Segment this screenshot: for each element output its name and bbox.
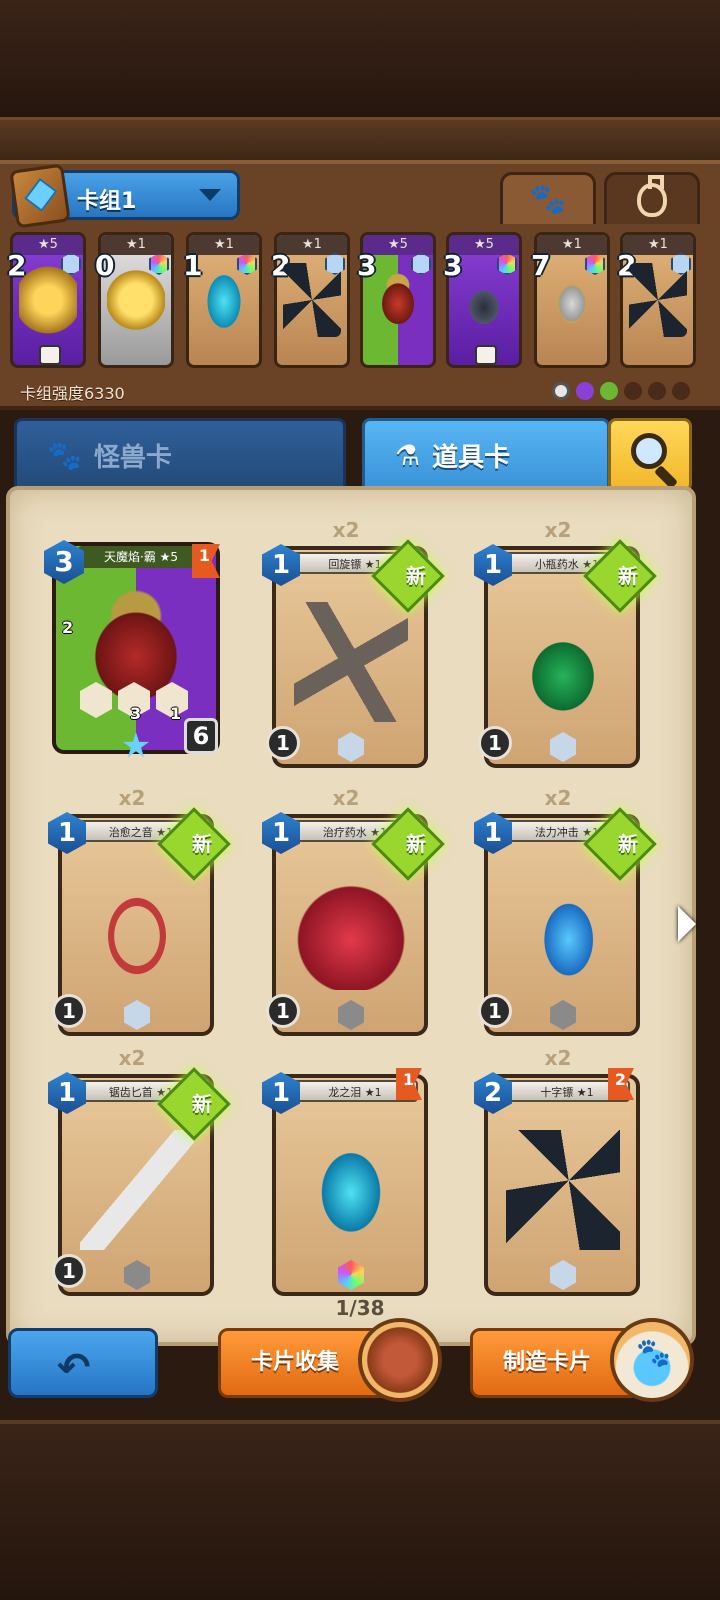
- item-card[interactable]: 龙之泪 ★1 1 1: [262, 1058, 428, 1298]
- card-art: [294, 870, 408, 990]
- card-attack: 1: [266, 994, 300, 1028]
- card-collection-label: 卡片收集: [251, 1350, 340, 1375]
- craft-card-label: 制造卡片: [503, 1350, 592, 1375]
- deck-card[interactable]: ★5 3: [357, 232, 436, 368]
- card-art: [629, 263, 687, 337]
- flag-number: 1: [198, 546, 210, 565]
- card-count: x2: [544, 786, 572, 810]
- tab-monster-cards[interactable]: 🐾 怪兽卡: [14, 418, 346, 492]
- rarity-green-icon[interactable]: [600, 382, 618, 400]
- deck-cards-row: ★5 2 ★1 0 ★1 1 ★1 2 ★5 3 ★5 3 ★1 7 ★1 2: [7, 232, 710, 372]
- card-art: [80, 870, 194, 990]
- item-card[interactable]: x2 锯齿匕首 ★1 1 新 1: [48, 1046, 231, 1298]
- item-card[interactable]: x2 小瓶药水 ★1 1 新 1: [474, 518, 657, 770]
- item-card[interactable]: x2 十字镖 ★1 2 2: [474, 1046, 640, 1298]
- rarity-flame-icon[interactable]: [672, 382, 690, 400]
- new-label: 新: [618, 564, 638, 588]
- search-button[interactable]: [608, 418, 692, 492]
- card-art: [506, 602, 620, 722]
- deck-card[interactable]: ★5 3: [443, 232, 522, 368]
- card-attack: 1: [52, 994, 86, 1028]
- card-attack: 1: [266, 726, 300, 760]
- card-art: [455, 263, 513, 337]
- item-card[interactable]: x2 回旋镖 ★1 1 新 1: [262, 518, 445, 770]
- card-art: [19, 263, 77, 337]
- back-button[interactable]: ↶: [8, 1328, 158, 1398]
- card-attack: 1: [52, 1254, 86, 1288]
- rarity-filter-icons: [552, 382, 690, 400]
- flag-number: 2: [614, 1070, 626, 1089]
- card-art: [195, 263, 253, 337]
- star-badge-icon: ★: [120, 726, 152, 766]
- card-count: x2: [118, 786, 146, 810]
- card-count: x2: [544, 518, 572, 542]
- deck-selector[interactable]: 卡组1: [9, 163, 240, 229]
- item-card[interactable]: x2 治愈之音 ★1 1 新 1: [48, 786, 231, 1038]
- card-art: [80, 1130, 194, 1250]
- flag-number: 1: [402, 1070, 414, 1089]
- deck-card[interactable]: ★1 1: [183, 232, 262, 368]
- paw-icon: 🐾: [529, 182, 567, 217]
- tab-monster-deck[interactable]: 🐾: [500, 172, 596, 224]
- dice-icon: [39, 345, 61, 365]
- deck-card[interactable]: ★1 2: [271, 232, 350, 368]
- paw-jar-icon[interactable]: 🐾: [610, 1318, 694, 1402]
- dice-icon: [475, 345, 497, 365]
- card-art: [283, 263, 341, 337]
- new-label: 新: [618, 832, 638, 856]
- tab-item-deck[interactable]: [604, 172, 700, 224]
- rarity-white-icon[interactable]: [552, 382, 570, 400]
- monster-card[interactable]: 天魔焰·霸 ★5 3 1 2 3 1 ★ 6: [44, 538, 224, 764]
- paw-icon: 🐾: [636, 1336, 671, 1369]
- card-book-icon[interactable]: [358, 1318, 442, 1402]
- card-count: x2: [118, 1046, 146, 1070]
- deck-strength: 卡组强度6330: [20, 384, 125, 403]
- potion-icon: [637, 174, 667, 217]
- card-count: x2: [544, 1046, 572, 1070]
- tab-item-cards[interactable]: ⚗ 道具卡: [362, 418, 610, 492]
- card-art: [506, 1130, 620, 1250]
- card-title: 天魔焰·霸 ★5: [78, 546, 204, 568]
- card-art: [294, 602, 408, 722]
- next-page-arrow-icon[interactable]: [678, 906, 696, 942]
- new-label: 新: [406, 564, 426, 588]
- tab-monster-label: 怪兽卡: [93, 442, 172, 473]
- deck-card[interactable]: ★5 2: [7, 232, 86, 368]
- deck-card[interactable]: ★1 0: [95, 232, 174, 368]
- deck-book-icon: [9, 163, 71, 229]
- skill-value: 2: [62, 618, 74, 637]
- card-art: [543, 263, 601, 337]
- item-card[interactable]: x2 法力冲击 ★1 1 新 1: [474, 786, 657, 1038]
- card-attack: 1: [478, 994, 512, 1028]
- card-art: [369, 263, 427, 337]
- bottom-background: [0, 1420, 720, 1600]
- card-attack: 1: [478, 726, 512, 760]
- potion-icon: ⚗: [395, 438, 421, 472]
- skill-value: 1: [170, 704, 182, 723]
- new-label: 新: [192, 832, 212, 856]
- rarity-fire-icon[interactable]: [624, 382, 642, 400]
- new-label: 新: [192, 1092, 212, 1116]
- deck-card[interactable]: ★1 7: [531, 232, 610, 368]
- chevron-down-icon: [199, 189, 221, 201]
- new-label: 新: [406, 832, 426, 856]
- back-arrow-icon: ↶: [57, 1345, 91, 1391]
- paw-icon: 🐾: [47, 438, 82, 472]
- rarity-wing-icon[interactable]: [648, 382, 666, 400]
- card-art: [506, 870, 620, 990]
- top-background: [0, 0, 720, 160]
- card-hp: 6: [184, 718, 218, 754]
- deck-card[interactable]: ★1 2: [617, 232, 696, 368]
- search-icon: [631, 433, 667, 469]
- card-count: x2: [332, 786, 360, 810]
- card-count: x2: [332, 518, 360, 542]
- item-card[interactable]: x2 治疗药水 ★1 1 新 1: [262, 786, 445, 1038]
- tab-item-label: 道具卡: [432, 442, 511, 473]
- card-art: [294, 1130, 408, 1250]
- deck-name: 卡组1: [77, 189, 137, 214]
- rarity-purple-icon[interactable]: [576, 382, 594, 400]
- card-art: [107, 263, 165, 337]
- skill-value: 3: [130, 704, 142, 723]
- page-indicator: 1/38: [335, 1296, 385, 1320]
